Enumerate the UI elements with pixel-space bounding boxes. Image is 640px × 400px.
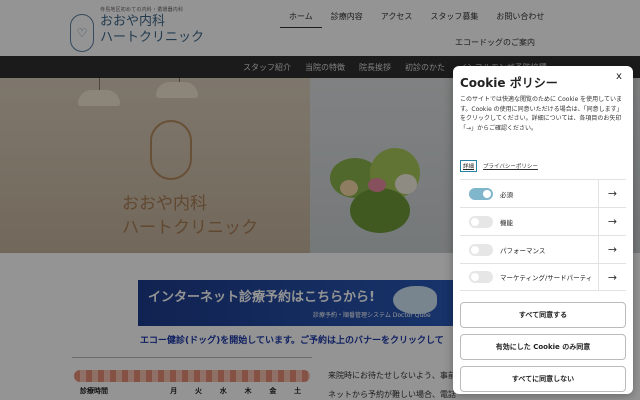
category-marketing: マーケティング/サードパーティ → xyxy=(460,263,626,291)
arrow-right-icon[interactable]: → xyxy=(598,264,626,291)
accept-all-button[interactable]: すべて同意する xyxy=(460,302,626,328)
arrow-right-icon[interactable]: → xyxy=(598,208,626,235)
details-link[interactable]: 詳細 xyxy=(460,160,478,172)
toggle-switch[interactable] xyxy=(469,243,493,256)
privacy-policy-link[interactable]: プライバシーポリシー xyxy=(483,162,538,170)
toggle-switch[interactable] xyxy=(469,187,493,200)
dialog-title: Cookie ポリシー xyxy=(460,76,558,90)
category-label: 必須 xyxy=(500,190,513,199)
reject-all-button[interactable]: すべてに同意しない xyxy=(460,366,626,392)
arrow-right-icon[interactable]: → xyxy=(598,236,626,263)
close-icon[interactable]: x xyxy=(613,71,625,83)
toggle-switch[interactable] xyxy=(469,271,493,283)
dialog-description: このサイトでは快適な閲覧のために Cookie を使用しています。Cookie … xyxy=(460,96,623,132)
cookie-policy-dialog: Cookie ポリシー x このサイトでは快適な閲覧のために Cookie を使… xyxy=(453,66,633,394)
category-label: 機能 xyxy=(500,218,513,227)
category-label: パフォーマンス xyxy=(500,246,546,255)
category-label: マーケティング/サードパーティ xyxy=(500,274,593,282)
toggle-switch[interactable] xyxy=(469,215,493,228)
dialog-links: 詳細 プライバシーポリシー xyxy=(460,160,626,172)
cookie-category-list: 必須 → 機能 → パフォーマンス → マーケティング/サードパーティ → xyxy=(460,179,626,291)
category-performance: パフォーマンス → xyxy=(460,235,626,263)
arrow-right-icon[interactable]: → xyxy=(598,180,626,207)
category-required: 必須 → xyxy=(460,179,626,207)
category-functional: 機能 → xyxy=(460,207,626,235)
accept-selected-button[interactable]: 有効にした Cookie のみ同意 xyxy=(460,334,626,360)
